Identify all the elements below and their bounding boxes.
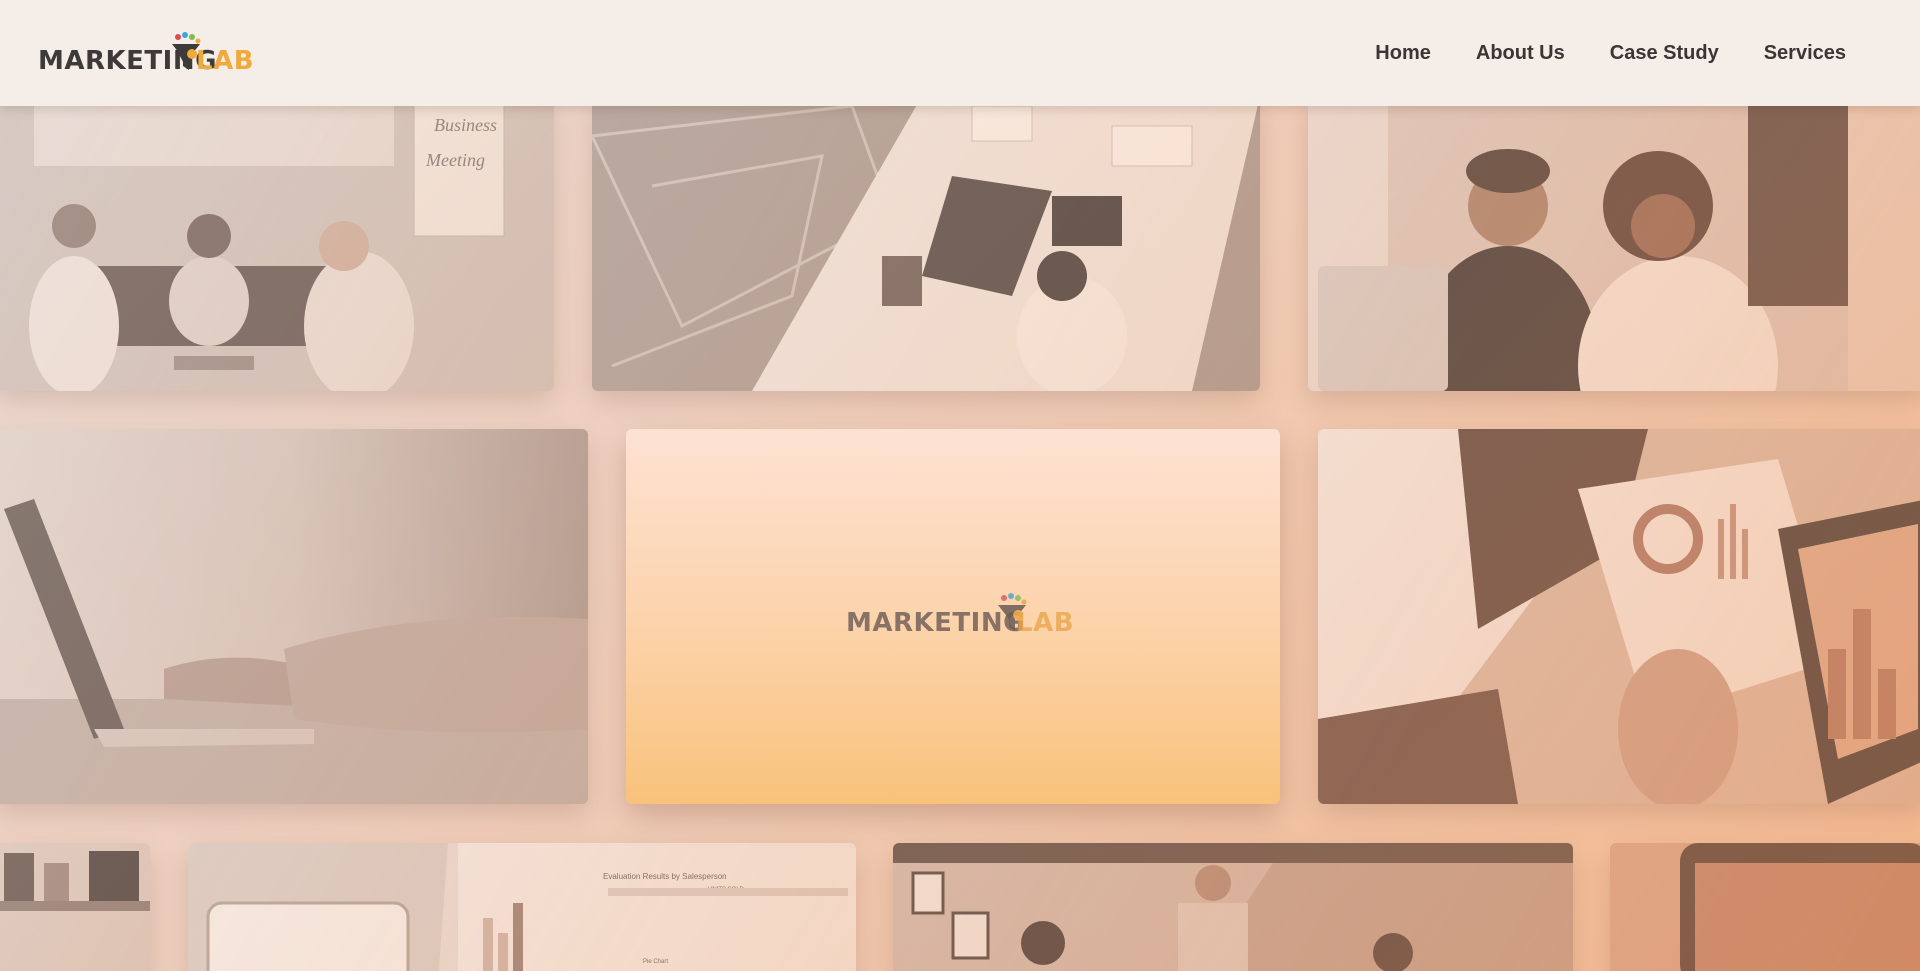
nav-services[interactable]: Services (1764, 42, 1846, 65)
photo-laptop-partial (1610, 843, 1920, 971)
whiteboard-text-1: Business (434, 115, 497, 135)
report-pie-label: Pie Chart (643, 959, 668, 965)
photo-business-meeting: Business Meeting (0, 96, 554, 391)
main-nav: Home About Us Case Study Services (1375, 42, 1846, 65)
marketing-lab-logo[interactable]: MARKETING LAB (38, 32, 254, 76)
nav-about-us[interactable]: About Us (1476, 42, 1565, 65)
whiteboard-text-2: Meeting (425, 150, 485, 170)
report-title: Evaluation Results by Salesperson (603, 872, 727, 881)
center-card-logo: MARKETING LAB (846, 593, 1076, 643)
photo-overhead-desk (592, 96, 1260, 391)
photo-office-team (893, 843, 1573, 971)
photo-typing-laptop (0, 429, 588, 804)
photo-shelf (0, 843, 150, 971)
logo-word-lab: LAB (196, 46, 255, 76)
nav-home[interactable]: Home (1375, 42, 1431, 65)
nav-case-study[interactable]: Case Study (1610, 42, 1719, 65)
photo-tablet-report: Evaluation Results by Salesperson UNITS … (188, 843, 856, 971)
center-logo-word-lab: LAB (1016, 608, 1075, 638)
site-header: MARKETING LAB Home About Us Case Study S… (0, 0, 1920, 106)
photo-chart-analysis (1318, 429, 1920, 804)
center-logo-card[interactable]: MARKETING LAB (626, 429, 1280, 804)
photo-team-laptop (1308, 96, 1920, 391)
